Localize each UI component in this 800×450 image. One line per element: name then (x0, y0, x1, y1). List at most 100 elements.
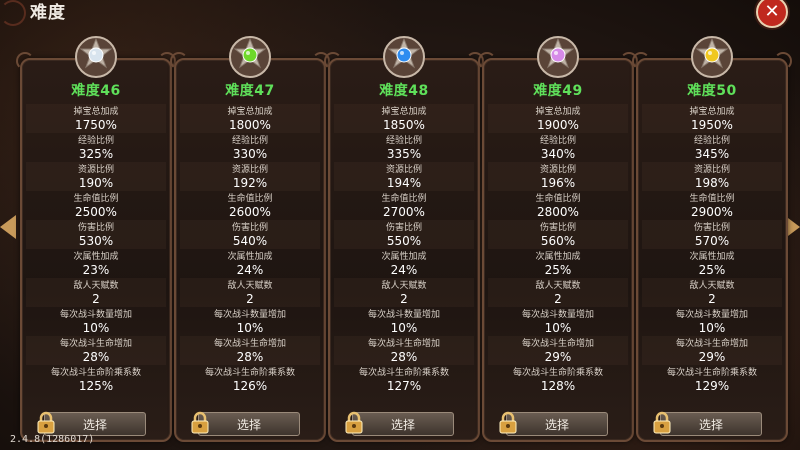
stat-label: 每次战斗生命阶乘系数 (358, 368, 449, 378)
stat-label: 每次战斗生命增加 (675, 339, 748, 349)
stat-value: 345% (694, 147, 730, 161)
stat-label: 每次战斗生命阶乘系数 (666, 368, 757, 378)
stat-value: 2500% (75, 205, 117, 219)
stat-row: 经验比例 330% (180, 133, 320, 162)
stat-label: 生命值比例 (689, 194, 735, 204)
stat-value: 196% (540, 176, 576, 190)
stat-row: 资源比例 196% (488, 162, 628, 191)
stat-row: 每次战斗生命增加 29% (488, 336, 628, 365)
stat-label: 掉宝总加成 (381, 107, 427, 117)
stat-value: 128% (540, 379, 576, 393)
select-button[interactable]: 选择 (653, 411, 762, 436)
stat-value: 10% (82, 321, 110, 335)
stat-list: 掉宝总加成 1900% 经验比例 340% 资源比例 196% 生命值比例 2800% 伤害比例… (488, 104, 628, 394)
select-button[interactable]: 选择 (37, 411, 146, 436)
stat-value: 127% (386, 379, 422, 393)
stat-label: 敌人天赋数 (227, 281, 273, 291)
stat-value: 550% (386, 234, 422, 248)
stat-value: 2 (400, 292, 408, 306)
stat-row: 每次战斗生命阶乘系数 126% (180, 365, 320, 394)
select-button-label: 选择 (82, 417, 107, 432)
stat-row: 每次战斗生命阶乘系数 125% (26, 365, 166, 394)
stat-value: 25% (698, 263, 726, 277)
stat-value: 10% (698, 321, 726, 335)
stat-value: 125% (78, 379, 114, 393)
stat-row: 资源比例 190% (26, 162, 166, 191)
stat-row: 次属性加成 25% (488, 249, 628, 278)
select-button-label: 选择 (236, 417, 261, 432)
select-button[interactable]: 选择 (191, 411, 300, 436)
stat-row: 次属性加成 23% (26, 249, 166, 278)
stat-row: 伤害比例 540% (180, 220, 320, 249)
stat-value: 10% (236, 321, 264, 335)
stat-label: 次属性加成 (227, 252, 273, 262)
stat-value: 1750% (75, 118, 117, 132)
stat-value: 340% (540, 147, 576, 161)
stat-list: 掉宝总加成 1850% 经验比例 335% 资源比例 194% 生命值比例 2700% 伤害比例… (334, 104, 474, 394)
stat-value: 1900% (537, 118, 579, 132)
stat-label: 每次战斗生命增加 (59, 339, 132, 349)
stat-label: 资源比例 (385, 165, 422, 175)
difficulty-level: 难度48 (379, 83, 429, 99)
medal-icon (537, 36, 579, 78)
stat-row: 每次战斗数量增加 10% (642, 307, 782, 336)
stat-label: 生命值比例 (73, 194, 119, 204)
version-label: 2.4.8(1286017) (10, 434, 95, 445)
stat-label: 每次战斗数量增加 (367, 310, 440, 320)
lock-icon (345, 411, 363, 434)
select-button[interactable]: 选择 (499, 411, 608, 436)
stat-list: 掉宝总加成 1750% 经验比例 325% 资源比例 190% 生命值比例 2500% 伤害比例… (26, 104, 166, 394)
stat-row: 经验比例 325% (26, 133, 166, 162)
stat-value: 29% (698, 350, 726, 364)
stat-row: 敌人天赋数 2 (180, 278, 320, 307)
stat-value: 1950% (691, 118, 733, 132)
difficulty-level: 难度49 (533, 83, 583, 99)
stat-value: 2 (92, 292, 100, 306)
stat-value: 2 (554, 292, 562, 306)
stat-row: 每次战斗生命阶乘系数 128% (488, 365, 628, 394)
stat-value: 28% (390, 350, 418, 364)
stat-row: 掉宝总加成 1750% (26, 104, 166, 133)
stat-value: 560% (540, 234, 576, 248)
select-button-label: 选择 (698, 417, 723, 432)
select-button[interactable]: 选择 (345, 411, 454, 436)
stat-label: 每次战斗数量增加 (521, 310, 594, 320)
arrow-left-icon[interactable] (0, 215, 16, 239)
stat-row: 伤害比例 550% (334, 220, 474, 249)
stat-value: 28% (236, 350, 264, 364)
stat-value: 10% (544, 321, 572, 335)
stat-row: 敌人天赋数 2 (334, 278, 474, 307)
stat-label: 次属性加成 (535, 252, 581, 262)
select-button-label: 选择 (390, 417, 415, 432)
stat-row: 次属性加成 24% (180, 249, 320, 278)
stat-row: 每次战斗生命增加 28% (334, 336, 474, 365)
difficulty-card: 难度50 掉宝总加成 1950% 经验比例 345% 资源比例 198% 生命值比例 2900%… (632, 36, 792, 442)
stat-list: 掉宝总加成 1950% 经验比例 345% 资源比例 198% 生命值比例 2900% 伤害比例… (642, 104, 782, 394)
stat-label: 掉宝总加成 (535, 107, 581, 117)
stat-row: 经验比例 340% (488, 133, 628, 162)
stat-label: 伤害比例 (693, 223, 730, 233)
stat-label: 掉宝总加成 (689, 107, 735, 117)
stat-row: 资源比例 192% (180, 162, 320, 191)
stat-value: 10% (390, 321, 418, 335)
stat-label: 次属性加成 (689, 252, 735, 262)
stat-row: 每次战斗生命增加 28% (180, 336, 320, 365)
stat-value: 530% (78, 234, 114, 248)
stat-row: 每次战斗数量增加 10% (26, 307, 166, 336)
stat-value: 28% (82, 350, 110, 364)
stat-label: 生命值比例 (227, 194, 273, 204)
stat-value: 2700% (383, 205, 425, 219)
stat-row: 掉宝总加成 1800% (180, 104, 320, 133)
stat-value: 129% (694, 379, 730, 393)
stat-value: 192% (232, 176, 268, 190)
stat-label: 伤害比例 (385, 223, 422, 233)
stat-value: 2800% (537, 205, 579, 219)
stat-label: 生命值比例 (381, 194, 427, 204)
stat-label: 次属性加成 (381, 252, 427, 262)
stat-label: 经验比例 (77, 136, 114, 146)
stat-row: 资源比例 198% (642, 162, 782, 191)
stat-row: 生命值比例 2800% (488, 191, 628, 220)
stat-label: 每次战斗数量增加 (675, 310, 748, 320)
lock-icon (653, 411, 671, 434)
stat-value: 330% (232, 147, 268, 161)
